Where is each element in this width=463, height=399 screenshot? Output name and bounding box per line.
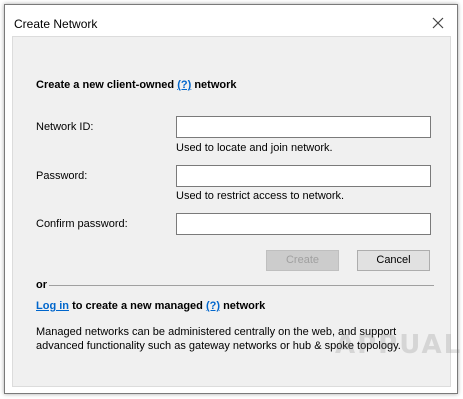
create-button[interactable]: Create [266, 250, 339, 271]
heading-suffix: network [194, 79, 237, 91]
title-bar[interactable]: Create Network [5, 5, 457, 36]
managed-text: to create a new managed [72, 300, 203, 312]
network-id-label: Network ID: [36, 121, 94, 133]
cancel-button[interactable]: Cancel [357, 250, 430, 271]
managed-suffix: network [223, 300, 266, 312]
managed-network-line: Log in to create a new managed (?) netwo… [36, 300, 265, 312]
heading-text: Create a new client-owned [36, 79, 175, 91]
password-hint: Used to restrict access to network. [176, 190, 345, 202]
window-title: Create Network [14, 17, 98, 31]
password-label: Password: [36, 170, 88, 182]
password-input[interactable] [176, 165, 431, 187]
network-id-input[interactable] [176, 116, 431, 138]
managed-help-link[interactable]: (?) [206, 300, 220, 312]
create-network-dialog: Create Network Create a new client-owned… [4, 4, 463, 394]
network-id-hint: Used to locate and join network. [176, 142, 333, 154]
login-link[interactable]: Log in [36, 300, 69, 312]
confirm-password-input[interactable] [176, 213, 431, 235]
close-icon[interactable] [431, 16, 445, 30]
separator-line [49, 285, 434, 286]
section-heading: Create a new client-owned (?) network [36, 79, 237, 91]
or-separator-label: or [36, 279, 47, 291]
confirm-password-label: Confirm password: [36, 218, 128, 230]
client-owned-help-link[interactable]: (?) [177, 79, 191, 91]
watermark-logo: APPUALS [335, 330, 463, 360]
